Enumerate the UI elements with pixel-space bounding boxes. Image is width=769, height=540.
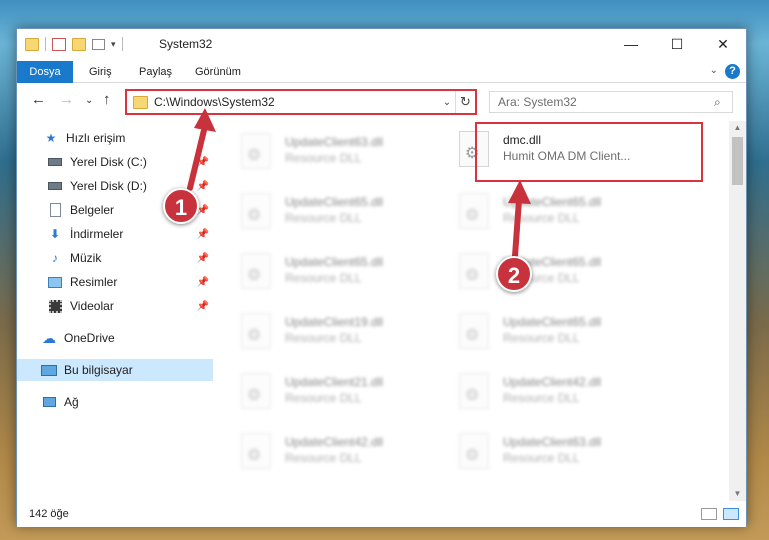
arrow-1 [187,108,216,191]
arrow-2 [508,180,531,259]
annotation-arrows [187,108,531,259]
step-marker-1: 1 [163,188,199,224]
step-marker-2: 2 [496,256,532,292]
